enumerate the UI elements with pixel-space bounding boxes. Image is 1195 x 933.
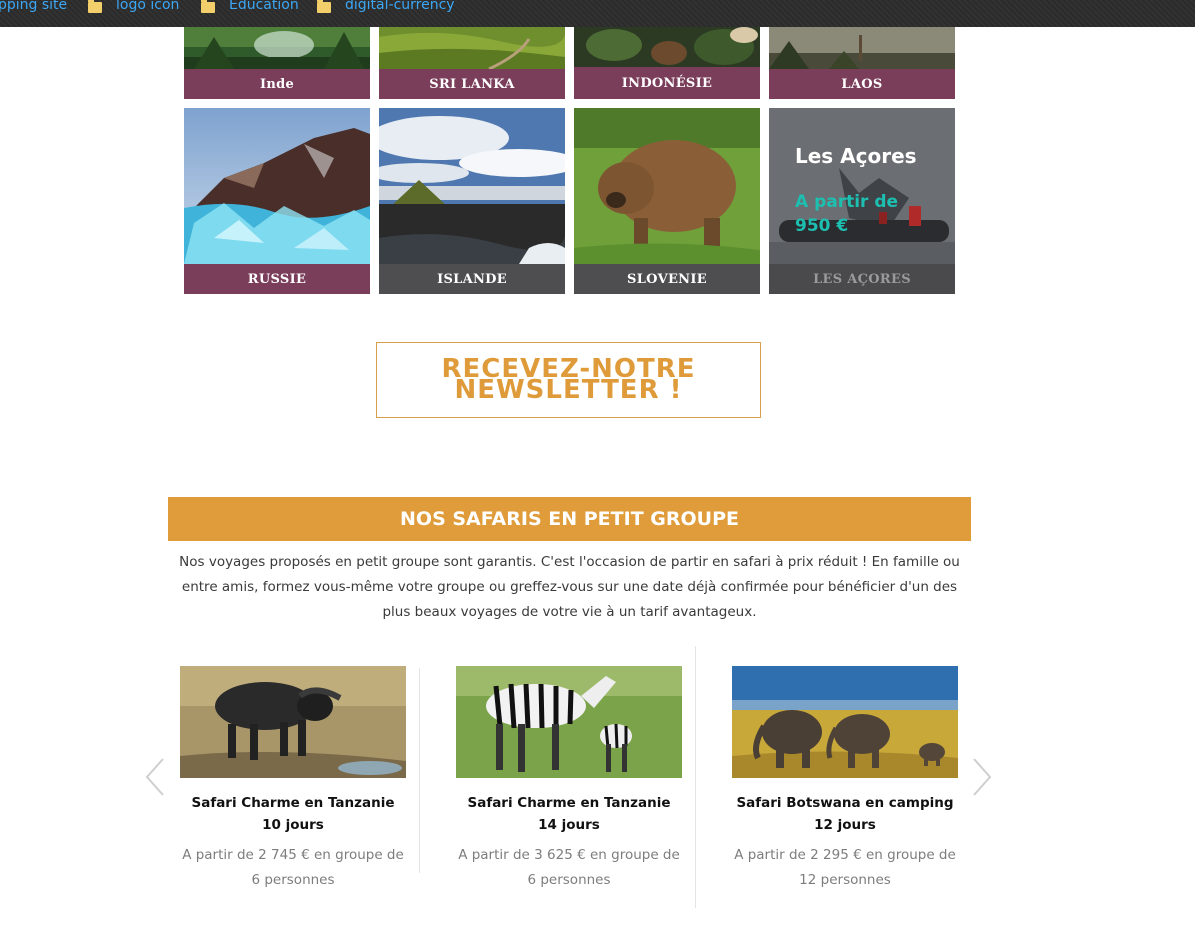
bookmark-label: pping site [0, 0, 68, 13]
destination-tile-inde[interactable]: Inde [184, 27, 370, 99]
tile-photo [379, 108, 565, 264]
section-heading-text: NOS SAFARIS EN PETIT GROUPE [400, 508, 739, 530]
tile-label: SLOVENIE [574, 264, 760, 294]
safari-card[interactable]: Safari Charme en Tanzanie 10 jours A par… [180, 666, 406, 893]
card-title[interactable]: Safari Charme en Tanzanie 10 jours [180, 792, 406, 836]
card-price: A partir de 3 625 € en groupe de 6 perso… [458, 847, 680, 888]
tile-photo [379, 27, 565, 69]
bookmark-label: logo icon [116, 0, 180, 13]
destination-tile-islande[interactable]: ISLANDE [379, 108, 565, 294]
card-price: A partir de 2 295 € en groupe de 12 pers… [734, 847, 956, 888]
tile-photo [769, 27, 955, 69]
section-heading: NOS SAFARIS EN PETIT GROUPE [168, 497, 971, 541]
bookmark-label: digital-currency [345, 0, 455, 13]
promo-title: Les Açores [795, 144, 917, 168]
bookmark-logo-icon[interactable]: logo icon [88, 0, 179, 16]
section-intro: Nos voyages proposés en petit groupe son… [179, 554, 960, 620]
bookmark-education[interactable]: Education [201, 0, 299, 16]
destination-tile-indonesie[interactable]: INDONÉSIE [574, 27, 760, 99]
tile-photo [769, 108, 955, 264]
safari-card[interactable]: Safari Botswana en camping 12 jours A pa… [732, 666, 958, 893]
buffalo-image [180, 666, 406, 778]
zebras-image [456, 666, 682, 778]
card-price: A partir de 2 745 € en groupe de 6 perso… [182, 847, 404, 888]
tile-label: LAOS [769, 69, 955, 99]
bookmark-label: Education [229, 0, 299, 13]
destination-tile-russie[interactable]: RUSSIE [184, 108, 370, 294]
tile-label: LES AÇORES [769, 264, 955, 294]
safari-card[interactable]: Safari Charme en Tanzanie 14 jours A par… [456, 666, 682, 893]
newsletter-label: RECEVEZ-NOTRE NEWSLETTER ! [441, 354, 696, 405]
tile-label: RUSSIE [184, 264, 370, 294]
newsletter-button[interactable]: RECEVEZ-NOTRE NEWSLETTER ! [376, 342, 761, 418]
destination-tile-les-acores[interactable]: Les Açores A partir de 950 € LES AÇORES [769, 108, 955, 294]
tile-photo [574, 27, 760, 69]
bookmarks-bar: pping site logo icon Education digital-c… [0, 0, 1195, 27]
tile-label: Inde [184, 69, 370, 99]
tile-photo [574, 108, 760, 264]
tile-label: SRI LANKA [379, 69, 565, 99]
folder-icon [88, 0, 102, 13]
tile-label: INDONÉSIE [574, 67, 760, 99]
promo-price-line1: A partir de [795, 192, 899, 212]
elephants-image [732, 666, 958, 778]
bookmark-shopping-site[interactable]: pping site [0, 0, 67, 16]
tile-photo [184, 27, 370, 69]
card-divider [419, 668, 420, 873]
card-title[interactable]: Safari Botswana en camping 12 jours [732, 792, 958, 836]
chevron-right-icon[interactable] [970, 757, 994, 797]
destination-tile-laos[interactable]: LAOS [769, 27, 955, 99]
folder-icon [317, 0, 331, 13]
tile-photo [184, 108, 370, 264]
folder-icon [201, 0, 215, 13]
chevron-left-icon[interactable] [143, 757, 167, 797]
promo-price-line2: 950 € [795, 216, 849, 236]
tile-label: ISLANDE [379, 264, 565, 294]
destination-tile-slovenie[interactable]: SLOVENIE [574, 108, 760, 294]
card-title[interactable]: Safari Charme en Tanzanie 14 jours [456, 792, 682, 836]
destination-tile-sri-lanka[interactable]: SRI LANKA [379, 27, 565, 99]
card-divider [695, 646, 696, 908]
bookmark-digital-currency[interactable]: digital-currency [317, 0, 455, 16]
